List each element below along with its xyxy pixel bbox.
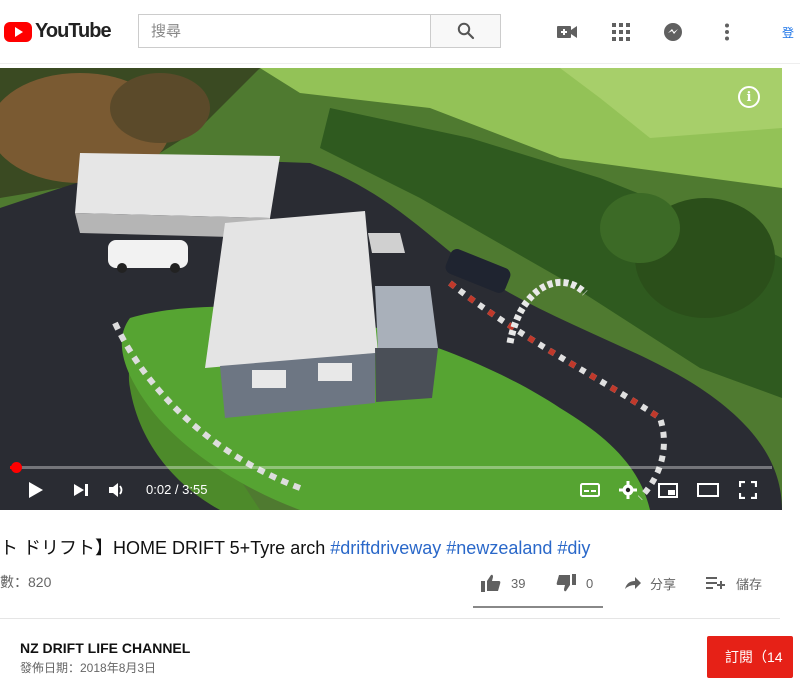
settings-button[interactable] bbox=[616, 476, 640, 504]
progress-scrubber[interactable] bbox=[11, 462, 22, 473]
save-button[interactable]: 儲存 bbox=[706, 572, 762, 594]
skip-next-icon bbox=[74, 484, 88, 496]
progress-bar[interactable] bbox=[10, 462, 772, 473]
window-left bbox=[252, 370, 286, 388]
miniplayer-icon bbox=[658, 482, 678, 498]
divider bbox=[0, 618, 780, 619]
hashtag-link[interactable]: #driftdriveway bbox=[330, 538, 441, 558]
messages-icon bbox=[664, 23, 682, 41]
search-icon bbox=[457, 22, 474, 40]
hashtag-link[interactable]: #diy bbox=[557, 538, 590, 558]
thumbs-down-icon bbox=[556, 574, 576, 592]
dislike-button[interactable]: 0 bbox=[556, 572, 593, 594]
fullscreen-button[interactable] bbox=[736, 476, 760, 504]
channel-name[interactable]: NZ DRIFT LIFE CHANNEL bbox=[20, 640, 190, 656]
player-controls: 0:02 / 3:55 bbox=[0, 476, 782, 510]
side-roof bbox=[375, 286, 438, 350]
apps-grid-icon bbox=[612, 23, 630, 41]
publish-date: 發佈日期：2018年8月3日 bbox=[20, 661, 157, 675]
window-right bbox=[318, 363, 352, 381]
youtube-logo[interactable]: YouTube bbox=[4, 20, 112, 43]
share-icon bbox=[625, 577, 641, 589]
apps-button[interactable] bbox=[610, 22, 632, 42]
like-button[interactable]: 39 bbox=[481, 572, 525, 594]
sentiment-bar bbox=[473, 606, 603, 608]
thumbs-up-icon bbox=[481, 574, 501, 592]
view-count: 數：820 bbox=[0, 574, 52, 590]
masthead: YouTube 搜尋 登 bbox=[0, 0, 800, 64]
like-count: 39 bbox=[511, 575, 526, 591]
search-button[interactable] bbox=[430, 15, 500, 47]
play-icon bbox=[29, 482, 43, 498]
video-player[interactable]: i 0:02 / 3:55 bbox=[0, 68, 782, 510]
video-frame bbox=[0, 68, 782, 510]
sign-in-link[interactable]: 登 bbox=[782, 24, 794, 41]
mute-button[interactable] bbox=[106, 476, 128, 504]
house-roof-ext bbox=[368, 233, 405, 253]
messages-button[interactable] bbox=[662, 22, 684, 42]
fullscreen-icon bbox=[739, 481, 757, 499]
play-button[interactable] bbox=[24, 476, 48, 504]
upload-video-button[interactable] bbox=[556, 22, 578, 42]
share-label: 分享 bbox=[650, 576, 677, 592]
subtitles-button[interactable] bbox=[578, 476, 602, 504]
side-wall bbox=[375, 348, 438, 402]
info-icon[interactable]: i bbox=[738, 86, 760, 108]
dislike-count: 0 bbox=[586, 575, 594, 591]
settings-icon bbox=[619, 481, 637, 499]
save-label: 儲存 bbox=[736, 576, 763, 592]
carport-roof bbox=[75, 153, 280, 218]
theater-button[interactable] bbox=[696, 476, 720, 504]
tree-cluster-left-2 bbox=[110, 73, 210, 143]
logo-text: YouTube bbox=[35, 20, 112, 42]
more-vert-icon bbox=[725, 23, 729, 41]
next-button[interactable] bbox=[70, 476, 92, 504]
hashtag-link[interactable]: #newzealand bbox=[446, 538, 552, 558]
miniplayer-button[interactable] bbox=[656, 476, 680, 504]
video-camera-icon bbox=[557, 26, 577, 38]
search-input[interactable] bbox=[139, 15, 430, 47]
video-title: ト ドリフト】HOME DRIFT 5+Tyre arch #driftdriv… bbox=[0, 534, 590, 560]
subtitles-icon bbox=[580, 483, 600, 497]
volume-icon bbox=[109, 483, 123, 497]
search-box bbox=[138, 14, 501, 48]
time-display: 0:02 / 3:55 bbox=[146, 482, 208, 497]
more-button[interactable] bbox=[716, 22, 738, 42]
theater-icon bbox=[697, 483, 719, 497]
title-text: ト ドリフト】HOME DRIFT 5+Tyre arch bbox=[0, 538, 331, 558]
share-button[interactable]: 分享 bbox=[624, 572, 676, 594]
bush-right-2 bbox=[600, 193, 680, 263]
save-playlist-icon bbox=[706, 577, 725, 589]
subscribe-button[interactable]: 訂閱（14 bbox=[707, 636, 793, 678]
house-roof bbox=[205, 211, 378, 368]
youtube-logo-icon bbox=[4, 21, 32, 42]
